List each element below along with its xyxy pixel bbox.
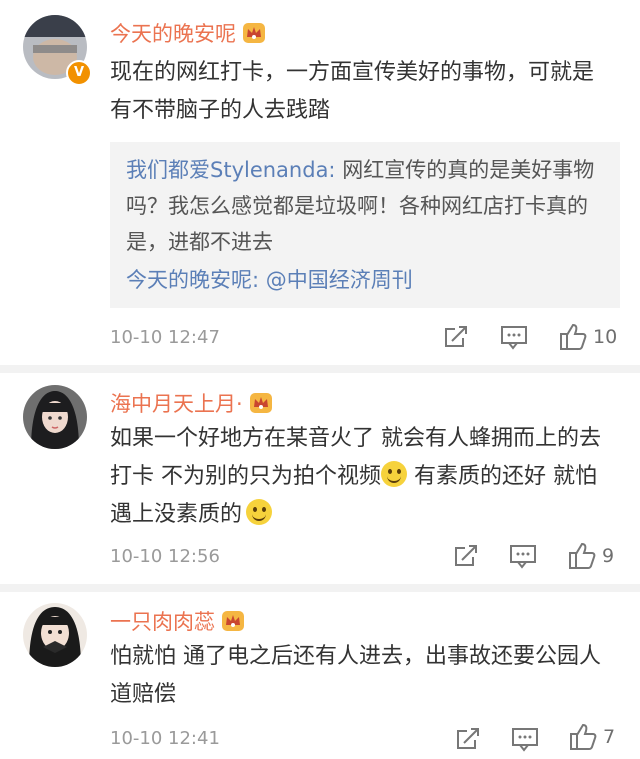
divider <box>0 365 640 373</box>
quoted-reply[interactable]: 我们都爱Stylenanda: 网红宣传的真的是美好事物吗？我怎么感觉都是垃圾啊… <box>110 142 620 308</box>
share-button[interactable] <box>455 726 481 752</box>
like-count: 9 <box>602 545 615 567</box>
like-button[interactable]: 10 <box>558 322 617 352</box>
quote-text: 我们都爱Stylenanda: 网红宣传的真的是美好事物吗？我怎么感觉都是垃圾啊… <box>110 142 620 260</box>
thumbs-up-icon <box>570 723 597 750</box>
share-icon <box>445 326 467 347</box>
divider <box>0 584 640 592</box>
quote-reply-link[interactable]: 今天的晚安呢: @中国经济周刊 <box>110 260 620 300</box>
crown-badge-icon <box>222 611 244 631</box>
share-button[interactable] <box>443 324 469 350</box>
share-icon <box>457 728 479 749</box>
comment-author[interactable]: 海中月天上月· <box>110 388 273 418</box>
timestamp: 10-10 12:56 <box>110 546 220 567</box>
comment-button[interactable] <box>509 543 537 569</box>
like-count: 10 <box>593 326 618 348</box>
quote-author[interactable]: 我们都爱Stylenanda: <box>126 158 336 182</box>
avatar[interactable] <box>23 603 87 667</box>
author-name[interactable]: 海中月天上月· <box>110 388 243 418</box>
comment-icon <box>501 326 527 350</box>
crown-badge-icon <box>249 393 272 413</box>
author-name[interactable]: 今天的晚安呢 <box>110 18 236 48</box>
comment-button[interactable] <box>500 324 528 350</box>
smile-emoji-icon <box>381 461 407 487</box>
crown-badge-icon <box>243 23 265 43</box>
comment-text: 怕就怕 通了电之后还有人进去，出事故还要公园人道赔偿 <box>110 644 601 707</box>
timestamp: 10-10 12:41 <box>110 728 220 749</box>
timestamp: 10-10 12:47 <box>110 327 220 348</box>
like-button[interactable]: 9 <box>567 541 614 571</box>
comment-text: 如果一个好地方在某音火了 就会有人蜂拥而上的去打卡 不为别的只为拍个视频 有素质… <box>110 420 610 534</box>
thumbs-up-icon <box>569 542 596 569</box>
comment-button[interactable] <box>511 726 539 752</box>
comment-icon <box>510 545 536 569</box>
comment-text: 现在的网红打卡，一方面宣传美好的事物，可就是有不带脑子的人去践踏 <box>110 60 595 123</box>
avatar[interactable] <box>23 385 87 449</box>
like-button[interactable]: 7 <box>568 722 615 752</box>
thumbs-up-icon <box>560 323 587 350</box>
comment-author[interactable]: 今天的晚安呢 <box>110 18 266 48</box>
comment-icon <box>512 728 538 752</box>
share-button[interactable] <box>453 543 479 569</box>
author-name[interactable]: 一只肉肉蕊 <box>110 606 215 636</box>
like-count: 7 <box>603 726 616 748</box>
share-icon <box>455 545 477 566</box>
verified-icon: V <box>66 60 92 86</box>
smile-emoji-icon <box>246 499 273 525</box>
comment-author[interactable]: 一只肉肉蕊 <box>110 606 245 636</box>
